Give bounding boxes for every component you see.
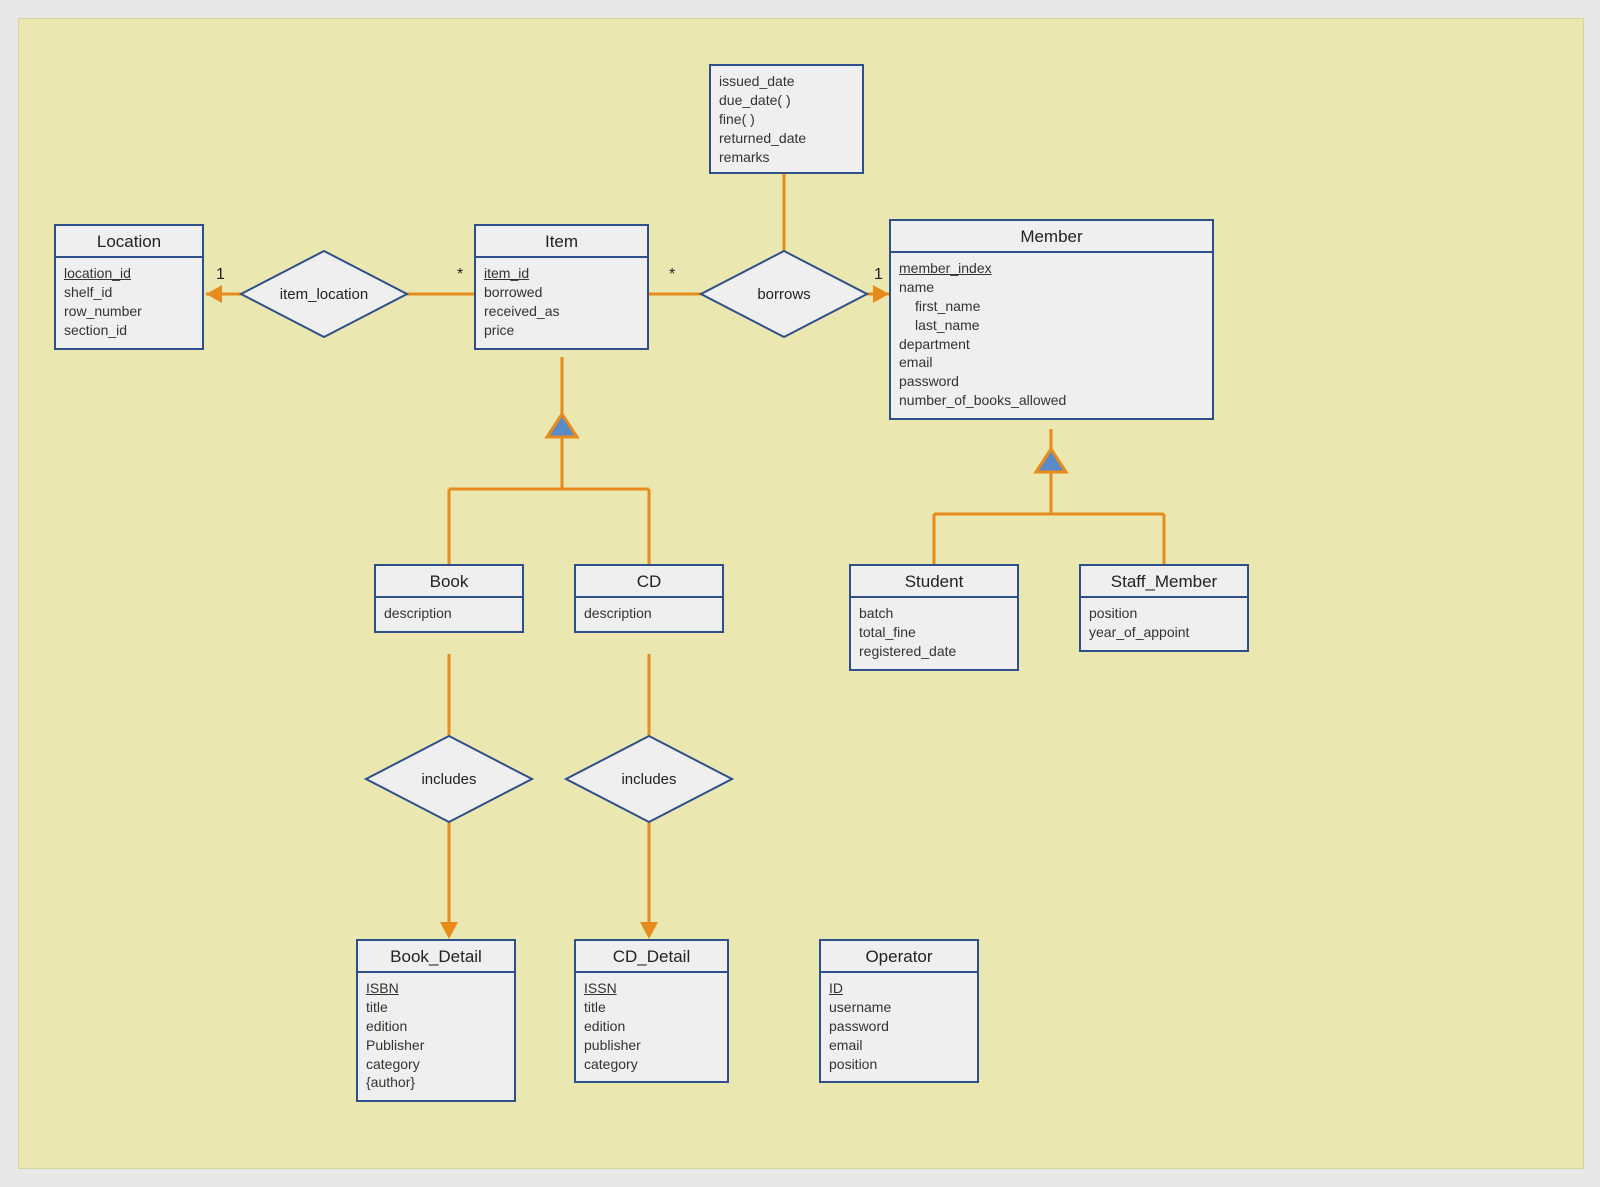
attr: remarks bbox=[719, 149, 770, 165]
attr: email bbox=[899, 354, 932, 370]
relationship-item-location: item_location bbox=[239, 249, 409, 339]
entity-member: Member member_index name first_name last… bbox=[889, 219, 1214, 420]
entity-location: Location location_id shelf_id row_number… bbox=[54, 224, 204, 350]
entity-title: Book bbox=[376, 566, 522, 598]
entity-title: CD_Detail bbox=[576, 941, 727, 973]
attr: edition bbox=[584, 1018, 625, 1034]
attr: email bbox=[829, 1037, 862, 1053]
card-label: * bbox=[669, 266, 675, 284]
entity-title: Staff_Member bbox=[1081, 566, 1247, 598]
card-label: 1 bbox=[216, 266, 225, 284]
attr: first_name bbox=[899, 297, 1204, 316]
attr: edition bbox=[366, 1018, 407, 1034]
attr: issued_date bbox=[719, 73, 795, 89]
attr: item_id bbox=[484, 265, 529, 281]
attr: category bbox=[584, 1056, 638, 1072]
attr: title bbox=[366, 999, 388, 1015]
entity-title: Location bbox=[56, 226, 202, 258]
attr: ISBN bbox=[366, 980, 399, 996]
relationship-includes-book: includes bbox=[364, 734, 534, 824]
entity-title: Student bbox=[851, 566, 1017, 598]
relationship-includes-cd: includes bbox=[564, 734, 734, 824]
attr: year_of_appoint bbox=[1089, 624, 1189, 640]
attr: position bbox=[1089, 605, 1137, 621]
entity-cd: CD description bbox=[574, 564, 724, 633]
attr: row_number bbox=[64, 303, 142, 319]
er-diagram-canvas: issued_date due_date( ) fine( ) returned… bbox=[18, 18, 1584, 1169]
relationship-borrows: borrows bbox=[699, 249, 869, 339]
attr: publisher bbox=[584, 1037, 641, 1053]
entity-title: Item bbox=[476, 226, 647, 258]
entity-book: Book description bbox=[374, 564, 524, 633]
attr: title bbox=[584, 999, 606, 1015]
attr: fine( ) bbox=[719, 111, 755, 127]
attr: description bbox=[384, 605, 452, 621]
attr: returned_date bbox=[719, 130, 806, 146]
attr: ISSN bbox=[584, 980, 617, 996]
entity-title: CD bbox=[576, 566, 722, 598]
attr: ID bbox=[829, 980, 843, 996]
attr: registered_date bbox=[859, 643, 956, 659]
entity-title: Operator bbox=[821, 941, 977, 973]
attr: username bbox=[829, 999, 891, 1015]
entity-title: Member bbox=[891, 221, 1212, 253]
attr: received_as bbox=[484, 303, 560, 319]
attr: {author} bbox=[366, 1074, 415, 1090]
attr: name bbox=[899, 279, 934, 295]
entity-staff-member: Staff_Member position year_of_appoint bbox=[1079, 564, 1249, 652]
attr: Publisher bbox=[366, 1037, 424, 1053]
attr: password bbox=[829, 1018, 889, 1034]
attr: password bbox=[899, 373, 959, 389]
entity-student: Student batch total_fine registered_date bbox=[849, 564, 1019, 671]
attr: due_date( ) bbox=[719, 92, 791, 108]
connector-layer bbox=[19, 19, 1583, 1168]
attr: department bbox=[899, 336, 970, 352]
card-label: * bbox=[457, 266, 463, 284]
card-label: 1 bbox=[874, 266, 883, 284]
attr: location_id bbox=[64, 265, 131, 281]
entity-item: Item item_id borrowed received_as price bbox=[474, 224, 649, 350]
attr: batch bbox=[859, 605, 893, 621]
attr: shelf_id bbox=[64, 284, 112, 300]
attr: position bbox=[829, 1056, 877, 1072]
attr: total_fine bbox=[859, 624, 916, 640]
entity-title: Book_Detail bbox=[358, 941, 514, 973]
attr: number_of_books_allowed bbox=[899, 392, 1066, 408]
attr: member_index bbox=[899, 260, 992, 276]
attr: price bbox=[484, 322, 514, 338]
attr: category bbox=[366, 1056, 420, 1072]
entity-cd-detail: CD_Detail ISSN title edition publisher c… bbox=[574, 939, 729, 1083]
attr: last_name bbox=[899, 316, 1204, 335]
attr: description bbox=[584, 605, 652, 621]
borrows-attributes-box: issued_date due_date( ) fine( ) returned… bbox=[709, 64, 864, 174]
entity-book-detail: Book_Detail ISBN title edition Publisher… bbox=[356, 939, 516, 1102]
attr: section_id bbox=[64, 322, 127, 338]
attr: borrowed bbox=[484, 284, 542, 300]
entity-operator: Operator ID username password email posi… bbox=[819, 939, 979, 1083]
